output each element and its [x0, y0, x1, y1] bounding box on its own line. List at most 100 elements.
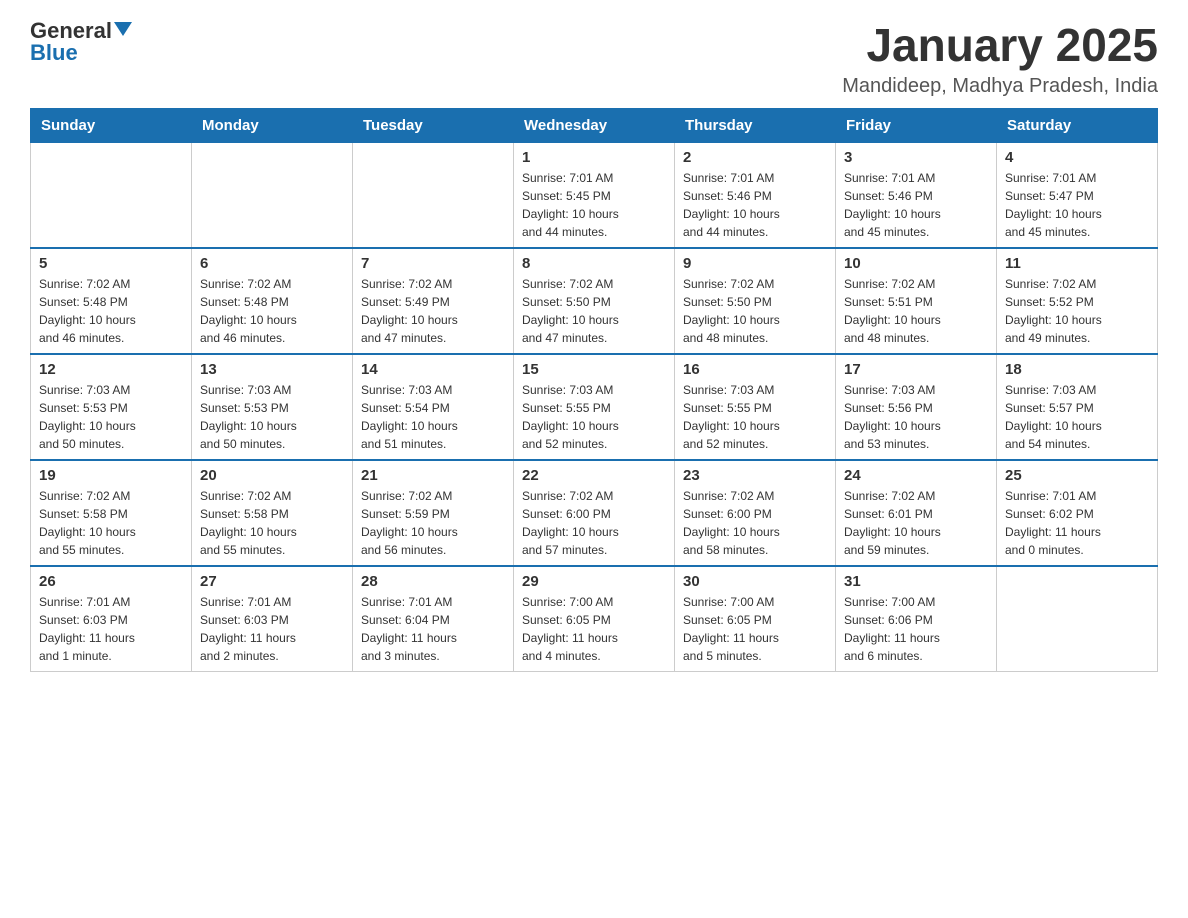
day-info: Sunrise: 7:01 AMSunset: 5:46 PMDaylight:… — [683, 169, 827, 241]
day-info: Sunrise: 7:02 AMSunset: 6:01 PMDaylight:… — [844, 487, 988, 559]
day-info: Sunrise: 7:01 AMSunset: 6:03 PMDaylight:… — [200, 593, 344, 665]
day-info: Sunrise: 7:01 AMSunset: 6:03 PMDaylight:… — [39, 593, 183, 665]
calendar-cell: 13 Sunrise: 7:03 AMSunset: 5:53 PMDayligh… — [192, 354, 353, 460]
calendar-header-row: SundayMondayTuesdayWednesdayThursdayFrid… — [31, 108, 1158, 142]
calendar-cell: 21 Sunrise: 7:02 AMSunset: 5:59 PMDayligh… — [353, 460, 514, 566]
logo: General Blue — [30, 20, 132, 64]
day-info: Sunrise: 7:00 AMSunset: 6:05 PMDaylight:… — [522, 593, 666, 665]
day-number: 19 — [39, 467, 183, 484]
day-info: Sunrise: 7:03 AMSunset: 5:55 PMDaylight:… — [522, 381, 666, 453]
day-number: 7 — [361, 255, 505, 272]
calendar-cell: 5Sunrise: 7:02 AMSunset: 5:48 PMDaylight… — [31, 248, 192, 354]
page-header: General Blue January 2025 Mandideep, Mad… — [30, 20, 1158, 98]
calendar-table: SundayMondayTuesdayWednesdayThursdayFrid… — [30, 108, 1158, 672]
day-number: 9 — [683, 255, 827, 272]
calendar-cell: 12 Sunrise: 7:03 AMSunset: 5:53 PMDayligh… — [31, 354, 192, 460]
day-info: Sunrise: 7:01 AMSunset: 5:46 PMDaylight:… — [844, 169, 988, 241]
day-number: 16 — [683, 361, 827, 378]
day-number: 1 — [522, 149, 666, 166]
day-number: 29 — [522, 573, 666, 590]
calendar-cell: 8 Sunrise: 7:02 AMSunset: 5:50 PMDaylight… — [514, 248, 675, 354]
day-number: 21 — [361, 467, 505, 484]
day-info: Sunrise: 7:03 AMSunset: 5:53 PMDaylight:… — [200, 381, 344, 453]
calendar-cell: 22Sunrise: 7:02 AMSunset: 6:00 PMDayligh… — [514, 460, 675, 566]
calendar-cell: 15 Sunrise: 7:03 AMSunset: 5:55 PMDayligh… — [514, 354, 675, 460]
day-number: 8 — [522, 255, 666, 272]
calendar-cell: 6Sunrise: 7:02 AMSunset: 5:48 PMDaylight… — [192, 248, 353, 354]
calendar-cell: 29 Sunrise: 7:00 AMSunset: 6:05 PMDayligh… — [514, 566, 675, 672]
day-number: 26 — [39, 573, 183, 590]
day-info: Sunrise: 7:02 AMSunset: 5:50 PMDaylight:… — [683, 275, 827, 347]
day-number: 25 — [1005, 467, 1149, 484]
day-number: 23 — [683, 467, 827, 484]
calendar-cell: 23 Sunrise: 7:02 AMSunset: 6:00 PMDayligh… — [675, 460, 836, 566]
header-sunday: Sunday — [31, 108, 192, 142]
header-monday: Monday — [192, 108, 353, 142]
day-info: Sunrise: 7:03 AMSunset: 5:54 PMDaylight:… — [361, 381, 505, 453]
calendar-cell: 1 Sunrise: 7:01 AMSunset: 5:45 PMDaylight… — [514, 142, 675, 248]
calendar-cell: 4 Sunrise: 7:01 AMSunset: 5:47 PMDaylight… — [997, 142, 1158, 248]
calendar-cell — [997, 566, 1158, 672]
day-info: Sunrise: 7:01 AMSunset: 6:02 PMDaylight:… — [1005, 487, 1149, 559]
calendar-cell: 11Sunrise: 7:02 AMSunset: 5:52 PMDayligh… — [997, 248, 1158, 354]
calendar-cell: 26 Sunrise: 7:01 AMSunset: 6:03 PMDayligh… — [31, 566, 192, 672]
calendar-week-row: 12 Sunrise: 7:03 AMSunset: 5:53 PMDayligh… — [31, 354, 1158, 460]
day-info: Sunrise: 7:03 AMSunset: 5:57 PMDaylight:… — [1005, 381, 1149, 453]
day-info: Sunrise: 7:03 AMSunset: 5:56 PMDaylight:… — [844, 381, 988, 453]
calendar-cell: 18 Sunrise: 7:03 AMSunset: 5:57 PMDayligh… — [997, 354, 1158, 460]
calendar-cell — [353, 142, 514, 248]
calendar-cell: 27 Sunrise: 7:01 AMSunset: 6:03 PMDayligh… — [192, 566, 353, 672]
day-info: Sunrise: 7:01 AMSunset: 5:45 PMDaylight:… — [522, 169, 666, 241]
day-info: Sunrise: 7:03 AMSunset: 5:53 PMDaylight:… — [39, 381, 183, 453]
header-tuesday: Tuesday — [353, 108, 514, 142]
day-info: Sunrise: 7:02 AMSunset: 5:48 PMDaylight:… — [39, 275, 183, 347]
calendar-cell: 30Sunrise: 7:00 AMSunset: 6:05 PMDayligh… — [675, 566, 836, 672]
day-number: 13 — [200, 361, 344, 378]
day-number: 27 — [200, 573, 344, 590]
calendar-cell: 16 Sunrise: 7:03 AMSunset: 5:55 PMDayligh… — [675, 354, 836, 460]
header-thursday: Thursday — [675, 108, 836, 142]
day-info: Sunrise: 7:01 AMSunset: 5:47 PMDaylight:… — [1005, 169, 1149, 241]
day-number: 17 — [844, 361, 988, 378]
day-info: Sunrise: 7:02 AMSunset: 5:58 PMDaylight:… — [200, 487, 344, 559]
day-number: 15 — [522, 361, 666, 378]
day-number: 4 — [1005, 149, 1149, 166]
month-title: January 2025 — [842, 20, 1158, 71]
day-info: Sunrise: 7:02 AMSunset: 6:00 PMDaylight:… — [683, 487, 827, 559]
calendar-cell: 14Sunrise: 7:03 AMSunset: 5:54 PMDayligh… — [353, 354, 514, 460]
header-saturday: Saturday — [997, 108, 1158, 142]
day-info: Sunrise: 7:02 AMSunset: 5:59 PMDaylight:… — [361, 487, 505, 559]
calendar-cell: 19 Sunrise: 7:02 AMSunset: 5:58 PMDayligh… — [31, 460, 192, 566]
calendar-week-row: 1 Sunrise: 7:01 AMSunset: 5:45 PMDaylight… — [31, 142, 1158, 248]
title-section: January 2025 Mandideep, Madhya Pradesh, … — [842, 20, 1158, 98]
day-number: 18 — [1005, 361, 1149, 378]
calendar-cell: 25 Sunrise: 7:01 AMSunset: 6:02 PMDayligh… — [997, 460, 1158, 566]
day-number: 28 — [361, 573, 505, 590]
day-info: Sunrise: 7:02 AMSunset: 5:58 PMDaylight:… — [39, 487, 183, 559]
calendar-week-row: 5Sunrise: 7:02 AMSunset: 5:48 PMDaylight… — [31, 248, 1158, 354]
header-friday: Friday — [836, 108, 997, 142]
day-info: Sunrise: 7:03 AMSunset: 5:55 PMDaylight:… — [683, 381, 827, 453]
calendar-cell: 2Sunrise: 7:01 AMSunset: 5:46 PMDaylight… — [675, 142, 836, 248]
calendar-week-row: 19 Sunrise: 7:02 AMSunset: 5:58 PMDayligh… — [31, 460, 1158, 566]
location-text: Mandideep, Madhya Pradesh, India — [842, 75, 1158, 98]
calendar-week-row: 26 Sunrise: 7:01 AMSunset: 6:03 PMDayligh… — [31, 566, 1158, 672]
day-info: Sunrise: 7:02 AMSunset: 5:50 PMDaylight:… — [522, 275, 666, 347]
calendar-cell: 17 Sunrise: 7:03 AMSunset: 5:56 PMDayligh… — [836, 354, 997, 460]
logo-general-text: General — [30, 20, 112, 42]
calendar-cell: 24 Sunrise: 7:02 AMSunset: 6:01 PMDayligh… — [836, 460, 997, 566]
day-info: Sunrise: 7:01 AMSunset: 6:04 PMDaylight:… — [361, 593, 505, 665]
calendar-cell: 20Sunrise: 7:02 AMSunset: 5:58 PMDayligh… — [192, 460, 353, 566]
day-number: 11 — [1005, 255, 1149, 272]
calendar-cell: 7Sunrise: 7:02 AMSunset: 5:49 PMDaylight… — [353, 248, 514, 354]
logo-triangle-icon — [114, 22, 132, 36]
calendar-cell — [31, 142, 192, 248]
calendar-cell — [192, 142, 353, 248]
day-number: 22 — [522, 467, 666, 484]
day-number: 3 — [844, 149, 988, 166]
calendar-cell: 10Sunrise: 7:02 AMSunset: 5:51 PMDayligh… — [836, 248, 997, 354]
day-info: Sunrise: 7:02 AMSunset: 5:48 PMDaylight:… — [200, 275, 344, 347]
day-info: Sunrise: 7:00 AMSunset: 6:05 PMDaylight:… — [683, 593, 827, 665]
day-number: 12 — [39, 361, 183, 378]
day-number: 24 — [844, 467, 988, 484]
